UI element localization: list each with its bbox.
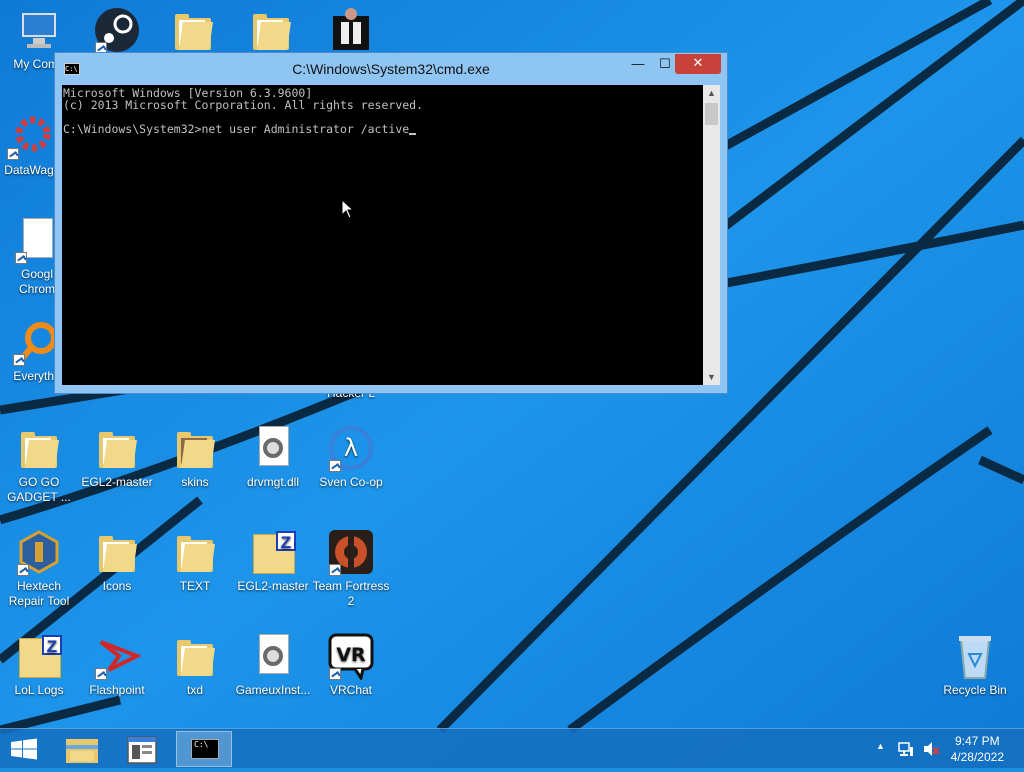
- shortcut-arrow-icon: [17, 564, 29, 576]
- tray-expand-icon[interactable]: ▲: [876, 741, 885, 751]
- taskbar: C:\ ▲ 9:47 PM 4/28/2022: [0, 728, 1024, 768]
- desktop-icon-label: Sven Co-op: [319, 475, 383, 489]
- desktop-icon-txd[interactable]: txd: [156, 632, 234, 698]
- scroll-thumb[interactable]: [705, 103, 718, 125]
- desktop-icon-go-go-gadget[interactable]: GO GO GADGET ...: [0, 424, 78, 505]
- desktop-icon-label: Team Fortress 2: [312, 579, 390, 608]
- desktop-icon-label: Icons: [102, 579, 132, 593]
- cmd-taskbar-icon: C:\: [191, 739, 219, 759]
- taskbar-cmd[interactable]: C:\: [176, 731, 232, 767]
- desktop-icon-team-fortress[interactable]: Team Fortress 2: [312, 528, 390, 609]
- shortcut-arrow-icon: [13, 354, 25, 366]
- desktop-icon-gameuxinst[interactable]: GameuxInst...: [234, 632, 312, 698]
- file-explorer-icon: [66, 739, 98, 763]
- network-icon[interactable]: [898, 741, 914, 757]
- shortcut-arrow-icon: [95, 668, 107, 680]
- desktop-icon-drvmgt[interactable]: drvmgt.dll: [234, 424, 312, 490]
- shortcut-arrow-icon: [7, 148, 19, 160]
- desktop-icon-label: Recycle Bin: [943, 683, 1007, 697]
- desktop-icon-label: LoL Logs: [14, 683, 64, 697]
- desktop-icon-folder[interactable]: [154, 6, 232, 57]
- desktop-icon-hextech[interactable]: Hextech Repair Tool: [0, 528, 78, 609]
- shortcut-arrow-icon: [329, 564, 341, 576]
- window-titlebar[interactable]: C:\ C:\Windows\System32\cmd.exe — ☐ ✕: [55, 53, 727, 85]
- folder-icon: [253, 14, 291, 50]
- zip-archive-icon: Z: [253, 531, 296, 574]
- scroll-down-icon[interactable]: ▼: [703, 369, 720, 385]
- desktop-icon-game[interactable]: [312, 6, 390, 57]
- desktop-icon-icons[interactable]: Icons: [78, 528, 156, 594]
- computer-icon: [22, 13, 56, 48]
- recycle-bin-icon: [959, 636, 991, 679]
- folder-icon: [177, 536, 215, 572]
- folder-icon: [99, 432, 137, 468]
- desktop-icon-label: txd: [186, 683, 203, 697]
- console-command: C:\Windows\System32>net user Administrat…: [63, 122, 410, 136]
- desktop-icon-label: EGL2-master: [237, 579, 309, 593]
- vertical-scrollbar[interactable]: ▲ ▼: [703, 85, 720, 385]
- game-icon: [333, 8, 369, 50]
- clock-date: 4/28/2022: [950, 750, 1004, 764]
- desktop-icon-vrchat[interactable]: VR VRChat: [312, 632, 390, 698]
- windows-logo-icon: [11, 738, 37, 760]
- desktop-icon-label: GO GO GADGET ...: [7, 475, 71, 504]
- desktop-icon-lol-logs[interactable]: Z LoL Logs: [0, 632, 78, 698]
- svg-text:VR: VR: [336, 644, 366, 666]
- desktop-icon-label: TEXT: [179, 579, 211, 593]
- close-button[interactable]: ✕: [675, 54, 721, 74]
- desktop-icon-label: Flashpoint: [89, 683, 145, 697]
- mouse-pointer-icon: [341, 199, 355, 219]
- desktop-icon-label: drvmgt.dll: [246, 475, 299, 489]
- desktop-icon-steam[interactable]: [78, 6, 156, 57]
- desktop-icon-label: GameuxInst...: [235, 683, 311, 697]
- folder-icon: [177, 432, 215, 468]
- desktop-icon-label: EGL2-master: [81, 475, 153, 489]
- taskbar-app[interactable]: [114, 731, 170, 767]
- folder-icon: [99, 536, 137, 572]
- folder-icon: [175, 14, 213, 50]
- desktop-icon-label: skins: [181, 475, 209, 489]
- desktop-icon-text[interactable]: TEXT: [156, 528, 234, 594]
- cmd-window[interactable]: C:\ C:\Windows\System32\cmd.exe — ☐ ✕ Mi…: [54, 52, 728, 394]
- console-output[interactable]: Microsoft Windows [Version 6.3.9600] (c) …: [62, 85, 703, 385]
- taskbar-file-explorer[interactable]: [54, 731, 110, 767]
- folder-icon: [21, 432, 59, 468]
- folder-icon: [177, 640, 215, 676]
- gear-icon: [263, 438, 283, 458]
- volume-muted-icon[interactable]: [922, 741, 940, 757]
- scroll-up-icon[interactable]: ▲: [703, 85, 720, 101]
- text-cursor: [409, 133, 417, 135]
- shortcut-arrow-icon: [15, 252, 27, 264]
- desktop-icon-egl2-master-zip[interactable]: Z EGL2-master: [234, 528, 312, 594]
- desktop-icon-recycle-bin[interactable]: Recycle Bin: [936, 632, 1014, 698]
- console-input-line: C:\Windows\System32>net user Administrat…: [63, 123, 703, 135]
- gear-icon: [263, 646, 283, 666]
- shortcut-arrow-icon: [329, 668, 341, 680]
- desktop-icon-skins[interactable]: skins: [156, 424, 234, 490]
- desktop-icon-label: VRChat: [329, 683, 373, 697]
- console-line: (c) 2013 Microsoft Corporation. All righ…: [63, 98, 424, 112]
- desktop-icon-sven-coop[interactable]: λ Sven Co-op: [312, 424, 390, 490]
- desktop-icon-label: Hextech Repair Tool: [8, 579, 70, 608]
- file-icon: [23, 218, 53, 258]
- minimize-button[interactable]: —: [625, 55, 651, 75]
- start-button[interactable]: [0, 731, 56, 767]
- shortcut-arrow-icon: [329, 460, 341, 472]
- desktop-icon-folder[interactable]: [232, 6, 310, 57]
- svg-text:λ: λ: [344, 434, 358, 462]
- clock-time: 9:47 PM: [954, 734, 1000, 748]
- zip-archive-icon: Z: [19, 635, 62, 678]
- desktop-icon-egl2-master[interactable]: EGL2-master: [78, 424, 156, 490]
- app-window-icon: [127, 736, 157, 764]
- system-clock[interactable]: 9:47 PM 4/28/2022: [951, 733, 1004, 765]
- desktop-icon-flashpoint[interactable]: Flashpoint: [78, 632, 156, 698]
